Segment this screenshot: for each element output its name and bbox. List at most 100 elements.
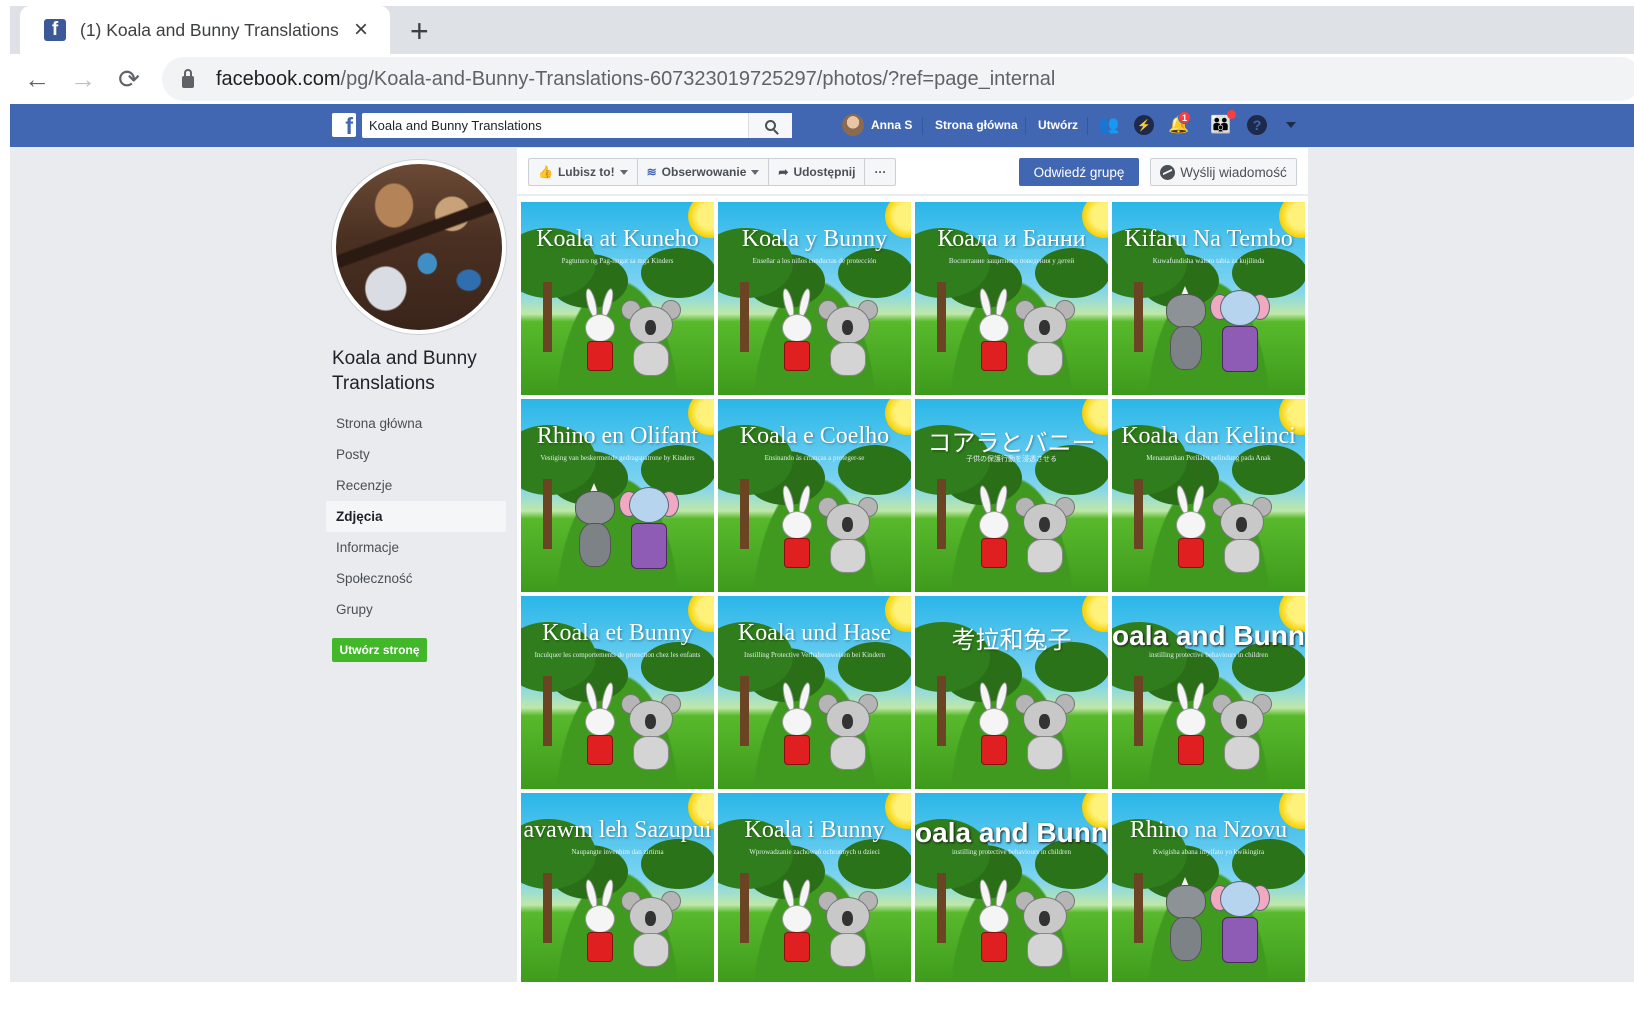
photo-thumbnail[interactable]: Kifaru Na Tembo Kuwafundisha watoto tabi… bbox=[1112, 202, 1305, 395]
koala-illustration bbox=[621, 891, 681, 967]
page-title[interactable]: Koala and Bunny Translations bbox=[332, 346, 512, 396]
koala-illustration bbox=[1212, 497, 1272, 573]
browser-tab[interactable]: f (1) Koala and Bunny Translations × bbox=[20, 6, 390, 54]
book-cover-subtitle: Wprowadzanie zachowań ochronnych u dziec… bbox=[749, 848, 880, 856]
koala-illustration bbox=[818, 300, 878, 376]
send-message-button[interactable]: Wyślij wiadomość bbox=[1150, 158, 1297, 186]
like-button[interactable]: 👍 Lubisz to! bbox=[529, 159, 638, 185]
follow-button[interactable]: ≋ Obserwowanie bbox=[638, 159, 770, 185]
close-tab-icon[interactable]: × bbox=[354, 18, 368, 42]
book-cover-subtitle: 子供の保護行動を浸透させる bbox=[966, 455, 1057, 463]
book-cover-subtitle: instilling protective behaviours in chil… bbox=[952, 848, 1071, 856]
book-cover-title: Rhino en Olifant bbox=[536, 423, 699, 449]
book-cover-subtitle: Воспитание защитного поведения у детей bbox=[948, 257, 1075, 265]
side-nav-item-community[interactable]: Społeczność bbox=[326, 563, 506, 594]
photo-thumbnail[interactable]: Koala dan Kelinci Menanamkan Perilaku pe… bbox=[1112, 399, 1305, 592]
book-cover-subtitle: Menanamkan Perilaku pelindung pada Anak bbox=[1146, 454, 1271, 462]
koala-illustration bbox=[1015, 497, 1075, 573]
side-nav-item-photos[interactable]: Zdjęcia bbox=[326, 501, 506, 532]
tab-strip: f (1) Koala and Bunny Translations × + bbox=[10, 6, 1634, 54]
photo-thumbnail[interactable]: コアラとバニー 子供の保護行動を浸透させる bbox=[915, 399, 1108, 592]
tree-trunk bbox=[740, 676, 749, 746]
koala-illustration bbox=[621, 300, 681, 376]
forward-arrow-icon[interactable]: → bbox=[68, 64, 98, 94]
new-tab-button[interactable]: + bbox=[410, 12, 429, 50]
book-cover-title: 考拉和兔子 bbox=[951, 628, 1072, 654]
side-nav-item-reviews[interactable]: Recenzje bbox=[326, 470, 506, 501]
book-cover-subtitle: Inculquer les comportements de protectio… bbox=[534, 651, 701, 659]
book-cover-title: Rhino na Nzovu bbox=[1129, 817, 1288, 843]
profile-link[interactable]: Anna S bbox=[842, 112, 912, 138]
book-cover-subtitle: Kuwafundisha watoto tabia za kujilinda bbox=[1152, 257, 1265, 265]
book-cover-title: Kifaru Na Tembo bbox=[1124, 226, 1293, 252]
window-bottom bbox=[0, 982, 1634, 1024]
photo-thumbnail[interactable]: Koala e Coelho Ensinando às crianças a p… bbox=[718, 399, 911, 592]
messenger-icon[interactable]: ⚡ bbox=[1133, 114, 1155, 136]
tree-trunk bbox=[1134, 479, 1143, 549]
side-nav-item-home[interactable]: Strona główna bbox=[326, 408, 506, 439]
tree-trunk bbox=[1134, 676, 1143, 746]
tree-trunk bbox=[740, 873, 749, 943]
tree-trunk bbox=[543, 676, 552, 746]
photo-thumbnail[interactable]: Koala et Bunny Inculquer les comportemen… bbox=[521, 596, 714, 789]
avatar bbox=[842, 114, 864, 136]
search-button[interactable] bbox=[748, 113, 792, 138]
divider bbox=[1025, 117, 1026, 135]
koala-illustration bbox=[1212, 694, 1272, 770]
tree-trunk bbox=[1134, 873, 1143, 943]
book-cover-title: Koala y Bunny bbox=[741, 226, 888, 252]
tree-trunk bbox=[937, 873, 946, 943]
book-cover-subtitle: Pagtuturo ng Pag-iingat sa mga Kinders bbox=[561, 257, 674, 265]
book-cover-subtitle: Naupangte invenhim dan zirtirna bbox=[571, 848, 664, 856]
search-input[interactable]: Koala and Bunny Translations bbox=[362, 118, 748, 133]
tree-trunk bbox=[543, 479, 552, 549]
photo-thumbnail[interactable]: oala and Bunn instilling protective beha… bbox=[915, 793, 1108, 982]
notification-count-badge: 1 bbox=[1178, 111, 1192, 124]
photo-thumbnail[interactable]: avawm leh Sazupui Naupangte invenhim dan… bbox=[521, 793, 714, 982]
nav-create-link[interactable]: Utwórz bbox=[1038, 118, 1078, 132]
tree-trunk bbox=[740, 282, 749, 352]
book-cover-title: Koala e Coelho bbox=[739, 423, 890, 449]
nav-home-link[interactable]: Strona główna bbox=[935, 118, 1018, 132]
photo-thumbnail[interactable]: Koala y Bunny Enseñar a los niños conduc… bbox=[718, 202, 911, 395]
photo-thumbnail[interactable]: oala and Bunn instilling protective beha… bbox=[1112, 596, 1305, 789]
photo-thumbnail[interactable]: Koala i Bunny Wprowadzanie zachowań ochr… bbox=[718, 793, 911, 982]
thumbs-up-icon: 👍 bbox=[538, 165, 553, 179]
photo-thumbnail[interactable]: 考拉和兔子 bbox=[915, 596, 1108, 789]
address-bar[interactable]: facebook.com/pg/Koala-and-Bunny-Translat… bbox=[162, 57, 1634, 101]
page-profile-picture[interactable] bbox=[332, 160, 506, 334]
lock-icon[interactable] bbox=[182, 68, 194, 88]
photo-thumbnail[interactable]: Koala und Hase Instilling Protective Ver… bbox=[718, 596, 911, 789]
side-nav-item-groups[interactable]: Grupy bbox=[326, 594, 506, 625]
more-options-button[interactable]: ··· bbox=[865, 159, 895, 185]
page-side-nav: Strona główna Posty Recenzje Zdjęcia Inf… bbox=[326, 408, 506, 625]
visit-group-button[interactable]: Odwiedź grupę bbox=[1019, 158, 1139, 186]
like-label: Lubisz to! bbox=[557, 165, 615, 179]
side-nav-item-about[interactable]: Informacje bbox=[326, 532, 506, 563]
create-page-button[interactable]: Utwórz stronę bbox=[332, 638, 427, 662]
photo-thumbnail[interactable]: Koala at Kuneho Pagtuturo ng Pag-iingat … bbox=[521, 202, 714, 395]
account-menu-chevron-down-icon[interactable] bbox=[1280, 114, 1302, 136]
photo-thumbnail[interactable]: Коала и Банни Воспитание защитного повед… bbox=[915, 202, 1108, 395]
facebook-logo-icon[interactable]: f bbox=[332, 113, 356, 137]
photo-thumbnail[interactable]: Rhino en Olifant Vestiging van beskermen… bbox=[521, 399, 714, 592]
bunny-illustration bbox=[971, 484, 1017, 571]
rhino-illustration bbox=[573, 483, 617, 571]
koala-illustration bbox=[1015, 694, 1075, 770]
back-arrow-icon[interactable]: ← bbox=[22, 64, 52, 94]
rhino-illustration bbox=[1164, 286, 1208, 374]
photo-grid-inner: Koala at Kuneho Pagtuturo ng Pag-iingat … bbox=[521, 202, 1308, 982]
divider bbox=[922, 117, 923, 135]
share-button[interactable]: ➦ Udostępnij bbox=[769, 159, 866, 185]
book-cover-title: Koala i Bunny bbox=[744, 817, 885, 843]
reload-icon[interactable]: ⟳ bbox=[114, 64, 144, 94]
tree-trunk bbox=[543, 873, 552, 943]
friend-requests-icon[interactable]: 👥 bbox=[1098, 114, 1120, 136]
rhino-illustration bbox=[1164, 877, 1208, 965]
side-nav-item-posts[interactable]: Posty bbox=[326, 439, 506, 470]
rss-icon: ≋ bbox=[646, 165, 657, 179]
bunny-illustration bbox=[577, 287, 623, 374]
help-icon[interactable]: ? bbox=[1246, 114, 1268, 136]
photo-thumbnail[interactable]: Rhino na Nzovu Kwigisha abana imyifato y… bbox=[1112, 793, 1305, 982]
book-cover-title: コアラとバニー bbox=[927, 431, 1096, 457]
